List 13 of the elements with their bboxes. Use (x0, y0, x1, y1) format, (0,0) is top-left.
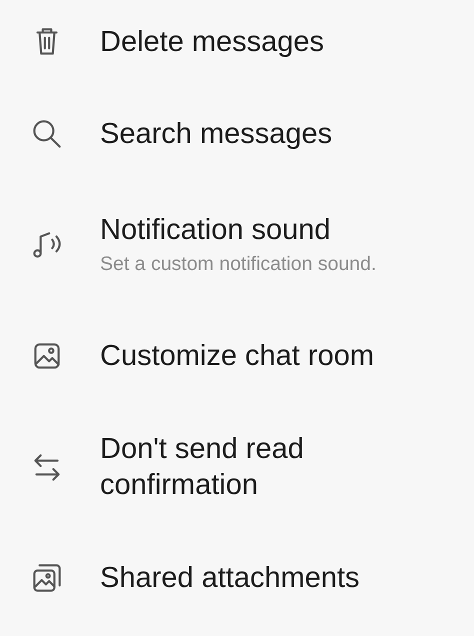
item-title: Delete messages (100, 25, 324, 60)
menu-item[interactable]: Delete messages (0, 0, 474, 88)
menu-item[interactable]: Don't send read confirmation (0, 402, 474, 532)
menu-item[interactable]: Customize chat room (0, 310, 474, 402)
item-title: Customize chat room (100, 339, 374, 374)
item-title: Search messages (100, 117, 332, 152)
item-title: Notification sound (100, 213, 332, 248)
menu-item[interactable]: Notification sound Set a custom notification sound. (0, 180, 474, 310)
item-title: Shared attachments (100, 561, 360, 596)
item-description: Set a custom notification sound. (100, 252, 376, 277)
menu-item[interactable]: Shared attachments (0, 532, 474, 624)
item-title: Don't send read confirmation (100, 432, 305, 503)
menu-item[interactable]: Search messages (0, 88, 474, 180)
